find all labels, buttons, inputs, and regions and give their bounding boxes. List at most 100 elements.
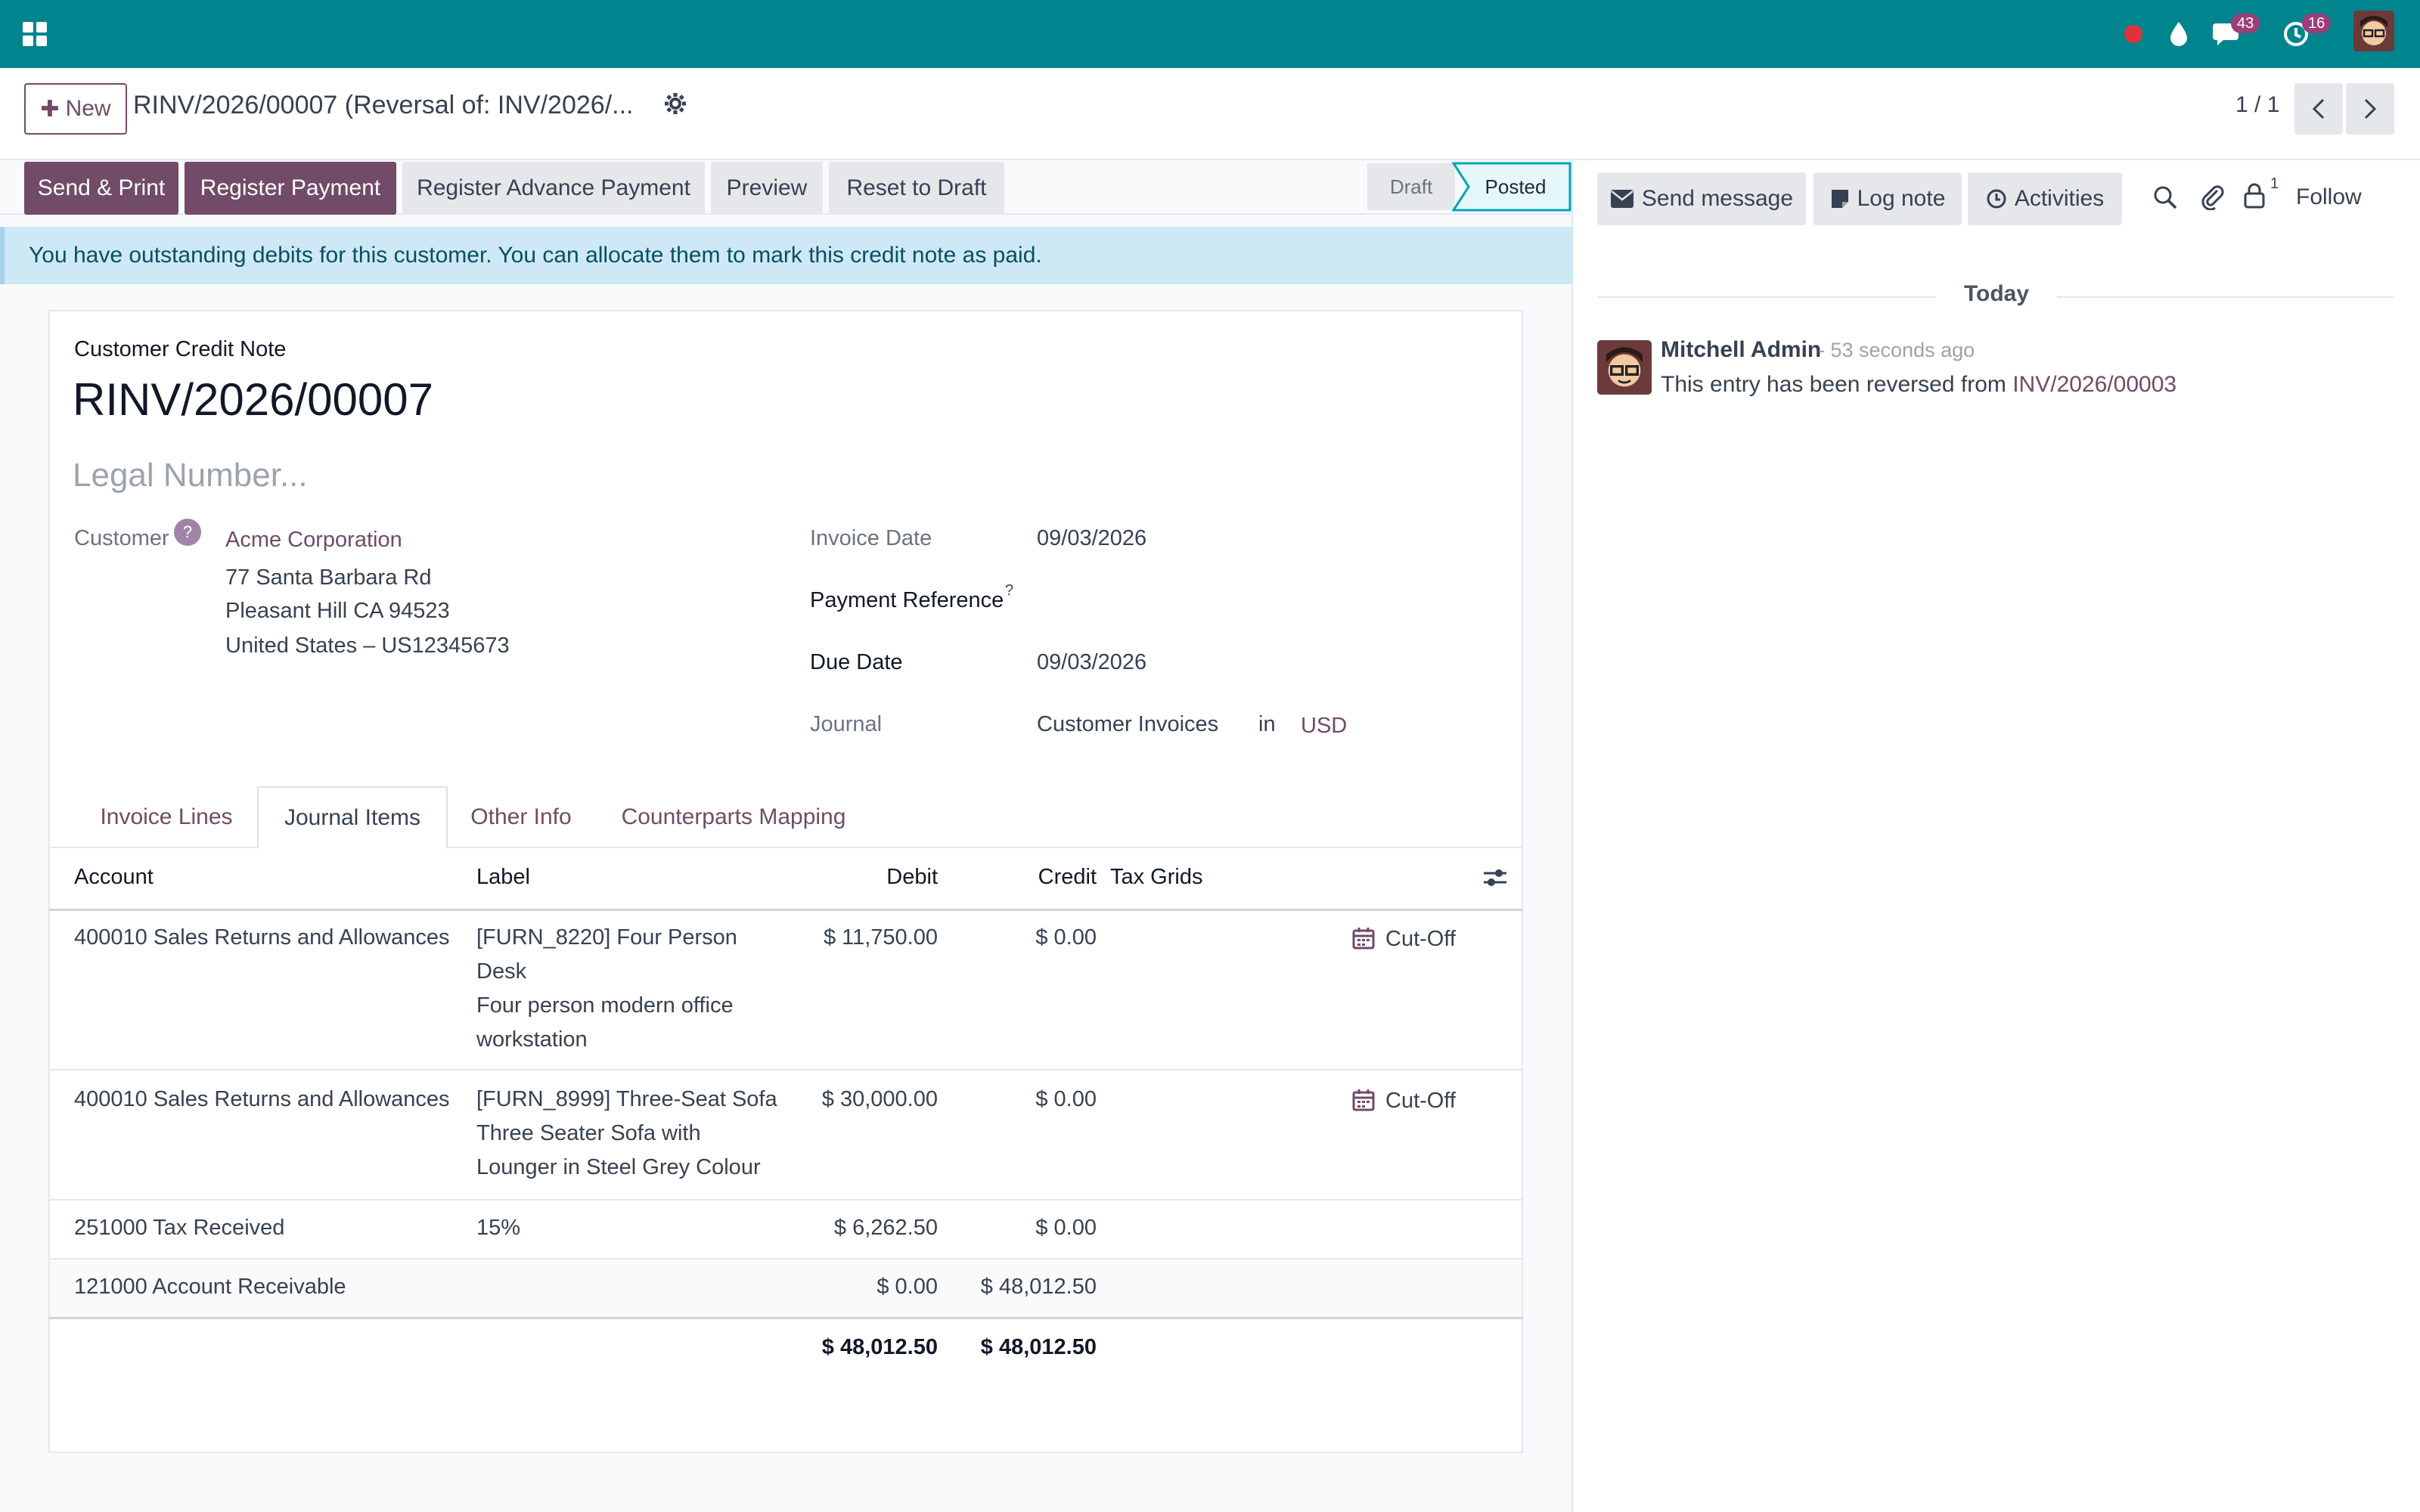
totals-divider — [48, 1317, 1523, 1319]
journal-in-text: in — [1258, 712, 1276, 736]
row-label-line: workstation — [476, 1027, 588, 1052]
row-debit: $ 6,262.50 — [833, 1216, 938, 1240]
outstanding-debits-alert: You have outstanding debits for this cus… — [0, 227, 1573, 284]
register-payment-button[interactable]: Register Payment — [185, 162, 396, 215]
follower-count[interactable]: 1 — [2270, 175, 2279, 193]
row-label-line: [FURN_8220] Four Person — [476, 925, 737, 950]
payment-reference-help-icon[interactable]: ? — [1005, 582, 1013, 600]
row-debit: $ 0.00 — [876, 1275, 938, 1299]
row-label-line: [FURN_8999] Three-Seat Sofa — [476, 1087, 777, 1111]
messages-badge: 43 — [2231, 14, 2260, 33]
message-time: - 53 seconds ago — [1818, 339, 1975, 361]
activities-button[interactable]: Activities — [1968, 172, 2122, 225]
cutoff-button[interactable]: Cut-Off — [1385, 1084, 1456, 1118]
row-debit: $ 30,000.00 — [821, 1087, 938, 1111]
paperclip-icon[interactable] — [2199, 183, 2225, 216]
chatter-panel — [1575, 160, 2420, 1512]
message-author-avatar[interactable] — [1597, 340, 1652, 401]
customer-address-line3: United States – US12345673 — [225, 634, 510, 658]
search-icon[interactable] — [2152, 184, 2178, 216]
document-type-label: Customer Credit Note — [74, 337, 287, 361]
row-account: 400010 Sales Returns and Allowances — [74, 1087, 450, 1111]
tab-invoice-lines[interactable]: Invoice Lines — [83, 786, 250, 848]
reversal-source-link[interactable]: INV/2026/00003 — [2012, 372, 2176, 397]
customer-label: Customer — [74, 526, 169, 550]
log-note-button[interactable]: Log note — [1813, 172, 1962, 225]
optional-columns-sliders-icon[interactable] — [1482, 866, 1508, 895]
tab-journal-items[interactable]: Journal Items — [257, 786, 448, 848]
chevron-right-icon — [2364, 98, 2377, 119]
control-panel: ✚ New RINV/2026/00007 (Reversal of: INV/… — [0, 68, 2420, 160]
clock-icon — [1987, 189, 2006, 209]
col-tax-grids[interactable]: Tax Grids — [1110, 860, 1202, 894]
calendar-icon — [1352, 1089, 1375, 1117]
status-posted[interactable]: Posted — [1475, 163, 1556, 210]
gear-icon[interactable] — [664, 92, 687, 121]
reset-to-draft-button[interactable]: Reset to Draft — [829, 162, 1004, 215]
cutoff-button[interactable]: Cut-Off — [1385, 922, 1456, 956]
row-label-line: Three Seater Sofa with — [476, 1121, 701, 1145]
col-credit[interactable]: Credit — [945, 860, 1097, 894]
envelope-icon — [1610, 190, 1634, 208]
row-debit: $ 11,750.00 — [823, 925, 938, 950]
row-credit: $ 48,012.50 — [980, 1275, 1097, 1299]
document-number: RINV/2026/00007 — [73, 374, 434, 425]
col-account[interactable]: Account — [74, 860, 154, 894]
row-label-line: 15% — [476, 1216, 521, 1240]
chevron-left-icon — [2312, 98, 2325, 119]
customer-link[interactable]: Acme Corporation — [225, 528, 402, 553]
new-button[interactable]: ✚ New — [24, 83, 127, 135]
invoice-date-field[interactable]: 09/03/2026 — [1037, 526, 1146, 551]
col-debit[interactable]: Debit — [786, 860, 938, 894]
row-credit: $ 0.00 — [1035, 1216, 1097, 1240]
calendar-icon — [1352, 927, 1375, 956]
row-label-line: Lounger in Steel Grey Colour — [476, 1155, 761, 1179]
customer-address-line2: Pleasant Hill CA 94523 — [225, 599, 450, 623]
record-indicator-icon[interactable] — [2122, 17, 2145, 51]
plus-icon: ✚ — [40, 96, 60, 122]
total-debit: $ 48,012.50 — [821, 1335, 938, 1359]
journal-label: Journal — [810, 712, 883, 736]
message-body: This entry has been reversed from INV/20… — [1661, 372, 2177, 397]
row-account: 251000 Tax Received — [74, 1216, 285, 1240]
due-date-field[interactable]: 09/03/2026 — [1037, 650, 1146, 675]
droplet-icon[interactable] — [2167, 17, 2190, 51]
activities-badge: 16 — [2302, 14, 2332, 33]
follow-button[interactable]: Follow — [2296, 184, 2362, 210]
customer-help-icon[interactable]: ? — [174, 519, 201, 546]
tab-counterparts-mapping[interactable]: Counterparts Mapping — [605, 786, 862, 848]
user-avatar[interactable] — [2353, 11, 2394, 51]
outstanding-debits-link[interactable]: outstanding debits — [129, 243, 313, 268]
tab-other-info[interactable]: Other Info — [457, 786, 585, 848]
lock-icon[interactable] — [2243, 183, 2266, 215]
status-draft[interactable]: Draft — [1367, 163, 1455, 210]
send-message-button[interactable]: Send message — [1597, 172, 1806, 225]
note-icon — [1831, 190, 1848, 208]
breadcrumb-record-title: RINV/2026/00007 (Reversal of: INV/2026/.… — [133, 91, 634, 119]
row-label-line: Four person modern office — [476, 993, 734, 1018]
row-account: 121000 Account Receivable — [74, 1275, 346, 1299]
pager-previous-button[interactable] — [2294, 83, 2343, 135]
payment-reference-label: Payment Reference — [810, 588, 1004, 612]
currency-link[interactable]: USD — [1301, 714, 1347, 739]
journal-field[interactable]: Customer Invoices — [1037, 712, 1218, 737]
row-credit: $ 0.00 — [1035, 1087, 1097, 1111]
row-label-line: Desk — [476, 959, 527, 984]
top-navbar: 43 16 — [0, 0, 2420, 68]
apps-menu-icon[interactable] — [21, 17, 48, 51]
register-advance-payment-button[interactable]: Register Advance Payment — [402, 162, 705, 215]
send-print-button[interactable]: Send & Print — [24, 162, 178, 215]
row-account: 400010 Sales Returns and Allowances — [74, 925, 450, 950]
legal-number-input[interactable]: Legal Number... — [73, 457, 308, 494]
due-date-label: Due Date — [810, 650, 903, 674]
date-separator: Today — [1936, 281, 2057, 311]
customer-address-line1: 77 Santa Barbara Rd — [225, 565, 432, 590]
preview-button[interactable]: Preview — [711, 162, 823, 215]
pager-next-button[interactable] — [2346, 83, 2394, 135]
col-label[interactable]: Label — [476, 860, 530, 894]
invoice-date-label: Invoice Date — [810, 526, 932, 550]
row-credit: $ 0.00 — [1035, 925, 1097, 950]
pager-value[interactable]: 1 / 1 — [2235, 92, 2279, 118]
total-credit: $ 48,012.50 — [980, 1335, 1097, 1359]
message-author[interactable]: Mitchell Admin — [1661, 337, 1821, 363]
